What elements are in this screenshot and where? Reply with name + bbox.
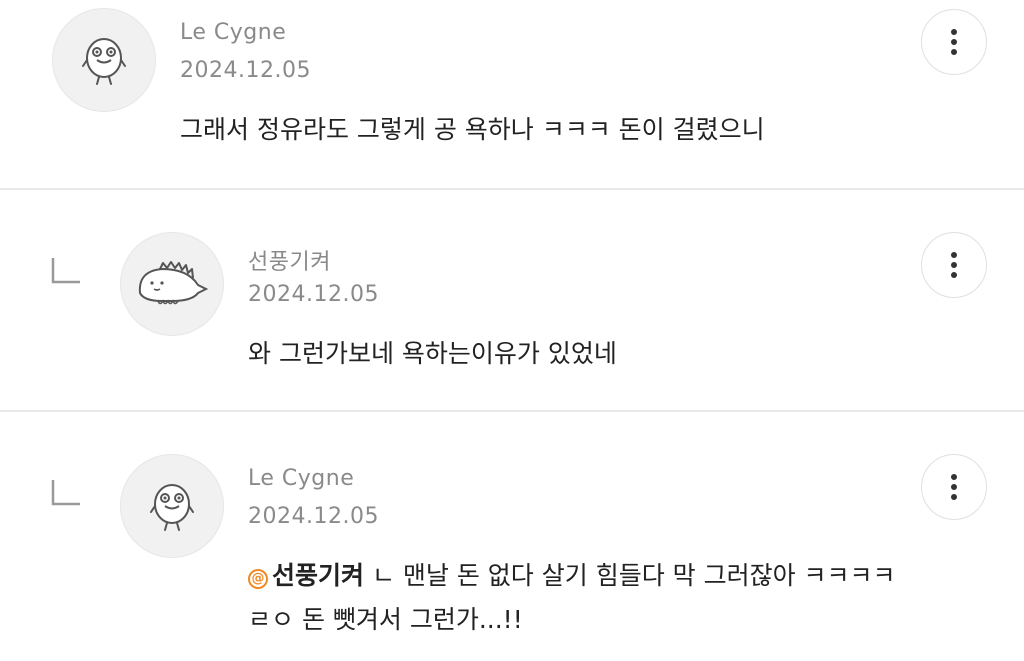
mention-link[interactable]: 선풍기켜 [272,561,364,590]
comment-date: 2024.12.05 [248,282,379,307]
egg-character-icon [82,38,126,85]
comment-item: Le Cygne 2024.12.05 그래서 정유라도 그렇게 공 욕하나 ㅋ… [0,0,1024,188]
reply-arrow-icon [51,258,80,284]
avatar[interactable] [120,454,224,558]
comment-text-line2: ㄹㅇ 돈 뺏겨서 그런가...!! [248,605,523,634]
comment-author[interactable]: 선풍기켜 [248,244,331,276]
reply-comment-item: 선풍기켜 2024.12.05 와 그런가보네 욕하는이유가 있었네 [0,190,1024,410]
comment-text: @ 선풍기켜 ㄴ 맨날 돈 없다 살기 힘들다 막 그러잖아 ㅋㅋㅋㅋ [248,554,896,598]
mention-icon: @ [248,569,268,589]
more-vertical-icon [951,29,957,55]
reply-comment-item: Le Cygne 2024.12.05 @ 선풍기켜 ㄴ 맨날 돈 없다 살기 힘… [0,412,1024,661]
comment-author[interactable]: Le Cygne [248,466,354,491]
more-options-button[interactable] [921,232,987,298]
dinosaur-character-icon [138,261,209,305]
more-vertical-icon [951,474,957,500]
reply-arrow-icon [51,480,80,506]
comment-date: 2024.12.05 [180,58,311,83]
comment-author[interactable]: Le Cygne [180,20,286,45]
comment-text: 와 그런가보네 욕하는이유가 있었네 [248,339,617,368]
comment-date: 2024.12.05 [248,504,379,529]
avatar[interactable] [52,8,156,112]
more-options-button[interactable] [921,454,987,520]
more-vertical-icon [951,252,957,278]
comment-text: 그래서 정유라도 그렇게 공 욕하나 ㅋㅋㅋ 돈이 걸렸으니 [180,115,765,144]
avatar[interactable] [120,232,224,336]
comment-text-line1: ㄴ 맨날 돈 없다 살기 힘들다 막 그러잖아 ㅋㅋㅋㅋ [364,561,896,590]
more-options-button[interactable] [921,9,987,75]
egg-character-icon [150,484,194,531]
